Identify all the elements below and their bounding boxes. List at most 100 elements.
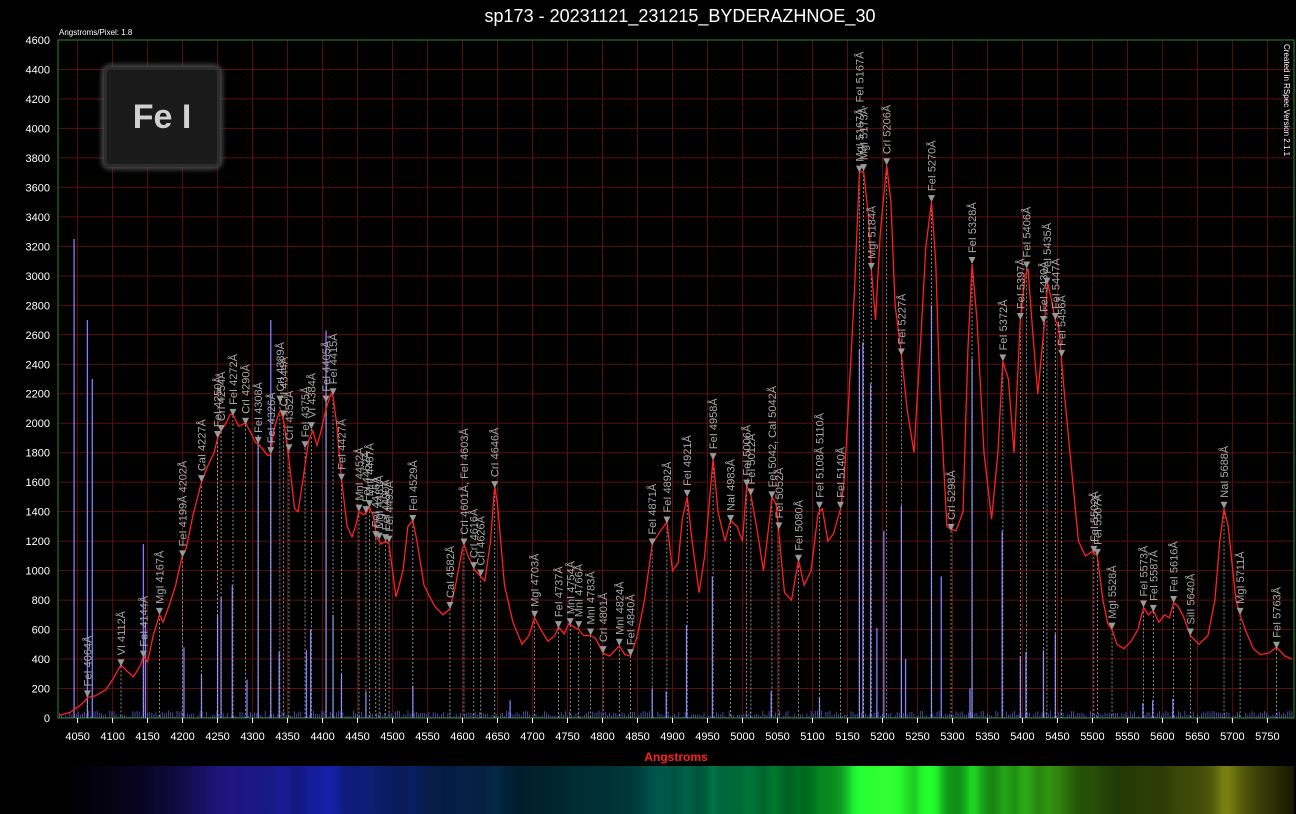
annotation-label: FeI 4415Å [327, 333, 340, 384]
y-tick-label: 2400 [26, 359, 50, 371]
annotation-label: FeI 5507Å [1091, 493, 1104, 544]
annotation-label: FeI 5227Å [895, 293, 908, 344]
annotation-label: CrI 4290Å [240, 364, 253, 414]
annotation-marker [999, 354, 1007, 362]
software-credit: Created in RSpec Version 2.1.1 [1282, 44, 1291, 157]
x-axis-label: Angstroms [644, 750, 708, 764]
x-tick-label: 5700 [1220, 731, 1244, 743]
annotation-label: SiII 5640Å [1184, 573, 1197, 624]
annotation-label: FeI 4064Å [81, 635, 94, 686]
annotation-label: VI 4384Å [305, 372, 318, 418]
annotation-marker [836, 501, 844, 509]
annotation-marker [1058, 349, 1066, 357]
annotation-marker [709, 453, 717, 461]
x-tick-label: 4700 [520, 731, 544, 743]
x-tick-label: 5300 [940, 731, 964, 743]
annotation-marker [815, 501, 823, 509]
annotation-marker [355, 504, 363, 512]
annotation-label: FeI 4272Å [227, 353, 240, 404]
annotation-marker [648, 538, 656, 546]
x-tick-label: 4650 [485, 731, 509, 743]
x-tick-label: 4100 [100, 731, 124, 743]
y-tick-label: 2200 [26, 389, 50, 401]
x-tick-label: 4050 [65, 731, 89, 743]
y-axis-ticks: 0 200 400 600 800 1000 1200 1400 1600 1800 2000 220… [26, 35, 50, 725]
annotation-marker [927, 195, 935, 203]
annotation-marker [794, 554, 802, 562]
y-tick-label: 4000 [26, 123, 50, 135]
annotation-marker [1273, 641, 1281, 649]
annotation-label: FeI 5052Å [773, 467, 786, 518]
annotation-label: CrI 5298Å [945, 470, 958, 520]
annotation-label: FeI 4427Å [335, 418, 348, 469]
x-tick-label: 5350 [975, 731, 999, 743]
annotation-label: FeI 5328Å [966, 202, 979, 253]
x-tick-label: 4800 [590, 731, 614, 743]
y-tick-label: 2000 [26, 418, 50, 430]
x-tick-label: 4750 [555, 731, 579, 743]
annotation-marker [727, 514, 735, 522]
annotation-label: CrI 4254Å [215, 371, 228, 421]
annotation-label: FeI 4892Å [661, 461, 674, 512]
annotation-marker [285, 444, 293, 452]
x-tick-label: 5000 [730, 731, 754, 743]
y-tick-label: 400 [32, 654, 50, 666]
x-tick-label: 5150 [835, 731, 859, 743]
annotation-marker [460, 538, 468, 546]
annotation-label: CrI 4352Å [283, 390, 296, 440]
y-tick-label: 3400 [26, 212, 50, 224]
annotation-label: FeI 4326Å [265, 392, 278, 443]
annotation-marker [554, 621, 562, 629]
annotation-marker [615, 638, 623, 646]
annotation-label: FeI 4529Å [407, 460, 420, 511]
x-tick-label: 5600 [1150, 731, 1174, 743]
chart-title: sp173 - 20231121_231215_BYDERAZHNOE_30 [485, 6, 876, 27]
x-tick-label: 4250 [205, 731, 229, 743]
annotation-label: FeI 5270Å [925, 140, 938, 191]
annotation-marker [83, 690, 91, 698]
annotation-label: CaI 4582Å [444, 545, 457, 598]
annotation-label: FeI 5406Å [1021, 206, 1034, 257]
x-tick-label: 5500 [1080, 731, 1104, 743]
annotation-label: FeI 4144Å [137, 595, 150, 646]
annotation-marker [214, 430, 222, 438]
annotation-label: MgI 5173Å [858, 106, 871, 160]
annotation-label: CrI 5206Å [881, 104, 894, 154]
y-tick-label: 2600 [26, 330, 50, 342]
annotation-label: FeI 5372Å [997, 299, 1010, 350]
x-tick-label: 4300 [240, 731, 264, 743]
annotation-label: NaI 5688Å [1218, 445, 1231, 498]
x-tick-label: 5100 [800, 731, 824, 743]
annotation-marker [477, 569, 485, 577]
annotation-marker [897, 348, 905, 356]
annotation-marker [117, 659, 125, 667]
annotation-label: NaI 4983Å [725, 458, 738, 511]
x-tick-label: 4900 [660, 731, 684, 743]
annotation-marker [1149, 604, 1157, 612]
annotation-label: FeI 4199Å 4202Å [177, 460, 190, 546]
annotation-label: MgI 5184Å [865, 205, 878, 259]
annotation-label: FeI 4921Å [681, 434, 694, 485]
y-tick-label: 3800 [26, 153, 50, 165]
x-axis-ticks: 4050 4100 4150 4200 4250 4300 4350 4400 4450 4500… [65, 718, 1280, 743]
annotation-marker [409, 514, 417, 522]
y-tick-label: 3600 [26, 182, 50, 194]
annotation-label: FeI 5456Å [1056, 294, 1069, 345]
y-tick-label: 1400 [26, 507, 50, 519]
annotation-label: FeI 4958Å [707, 398, 720, 449]
annotation-marker [867, 262, 875, 270]
x-tick-label: 4200 [170, 731, 194, 743]
x-tick-label: 4150 [135, 731, 159, 743]
annotation-marker [1186, 628, 1194, 636]
annotation-label: FeI 4840Å [625, 594, 638, 645]
x-tick-label: 4550 [415, 731, 439, 743]
spectrum-line [59, 165, 1293, 716]
legend-label: Fe I [132, 97, 192, 136]
element-legend: Fe I [104, 67, 220, 167]
annotation-marker [775, 522, 783, 530]
y-tick-label: 600 [32, 625, 50, 637]
annotation-marker [968, 257, 976, 265]
annotation-marker [1170, 596, 1178, 604]
annotation-label: MgI 5528Å [1106, 565, 1119, 619]
annotation-label: FeI 5080Å [792, 499, 805, 550]
